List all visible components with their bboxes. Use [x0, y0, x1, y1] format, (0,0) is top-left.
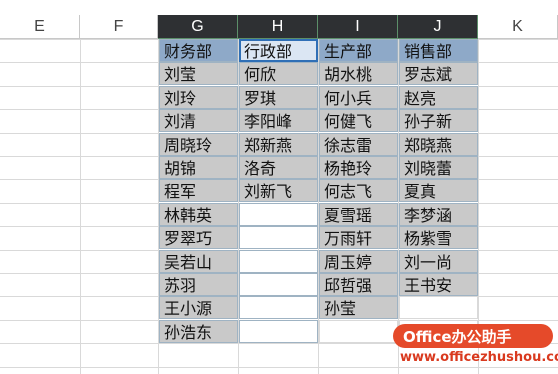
table-cell[interactable] [319, 320, 398, 343]
table-cell[interactable]: 何小兵 [319, 86, 398, 109]
watermark-url: www.officezhushou.com [400, 350, 558, 365]
table-cell[interactable]: 孙子新 [399, 109, 478, 132]
table-header-cell[interactable]: 销售部 [399, 39, 478, 62]
table-cell[interactable]: 孙莹 [319, 296, 398, 319]
table-cell[interactable]: 杨艳玲 [319, 156, 398, 179]
table-cell[interactable]: 周晓玲 [159, 133, 238, 156]
table-cell[interactable]: 王小源 [159, 296, 238, 319]
watermark-badge-text: Office办公助手 [403, 327, 512, 346]
table-cell[interactable]: 夏真 [399, 179, 478, 202]
table-cell[interactable]: 杨紫雪 [399, 226, 478, 249]
table-cell[interactable]: 林韩英 [159, 203, 238, 226]
column-header-i[interactable]: I [318, 15, 398, 39]
table-header-cell[interactable]: 生产部 [319, 39, 398, 62]
table-cell[interactable] [239, 273, 318, 296]
table-cell[interactable]: 何健飞 [319, 109, 398, 132]
watermark-badge: Office办公助手 [393, 324, 553, 348]
toolbar-strip [0, 0, 558, 15]
table-cell[interactable]: 郑新燕 [239, 133, 318, 156]
table-cell[interactable] [239, 226, 318, 249]
table-header-cell[interactable]: 行政部 [239, 39, 318, 62]
row-gridline [0, 367, 558, 368]
table-cell[interactable]: 李阳峰 [239, 109, 318, 132]
table-cell[interactable]: 万雨轩 [319, 226, 398, 249]
column-header-f[interactable]: F [80, 15, 158, 39]
table-cell[interactable]: 孙浩东 [159, 320, 238, 343]
table-cell[interactable]: 何志飞 [319, 179, 398, 202]
table-cell[interactable] [239, 203, 318, 226]
table-cell[interactable]: 何欣 [239, 62, 318, 85]
table-cell[interactable] [239, 250, 318, 273]
column-header-e[interactable]: E [0, 15, 80, 39]
table-cell[interactable]: 罗翠巧 [159, 226, 238, 249]
table-cell[interactable]: 刘莹 [159, 62, 238, 85]
table-header-cell[interactable]: 财务部 [159, 39, 238, 62]
table-cell[interactable]: 胡锦 [159, 156, 238, 179]
table-cell[interactable]: 邱哲强 [319, 273, 398, 296]
table-cell[interactable]: 王书安 [399, 273, 478, 296]
column-gridline [80, 39, 81, 374]
table-cell[interactable] [239, 320, 318, 343]
table-cell[interactable]: 夏雪瑶 [319, 203, 398, 226]
table-cell[interactable]: 刘晓蕾 [399, 156, 478, 179]
table-cell[interactable]: 罗志斌 [399, 62, 478, 85]
table-cell[interactable]: 苏羽 [159, 273, 238, 296]
table-cell[interactable]: 洛奇 [239, 156, 318, 179]
table-cell[interactable]: 胡水桃 [319, 62, 398, 85]
table-cell[interactable]: 刘玲 [159, 86, 238, 109]
table-cell[interactable]: 程军 [159, 179, 238, 202]
column-header-j[interactable]: J [398, 15, 478, 39]
table-cell[interactable] [239, 296, 318, 319]
table-cell[interactable]: 刘清 [159, 109, 238, 132]
column-header-h[interactable]: H [238, 15, 318, 39]
table-cell[interactable]: 李梦涵 [399, 203, 478, 226]
table-cell[interactable]: 郑晓燕 [399, 133, 478, 156]
column-header-k[interactable]: K [478, 15, 558, 39]
table-cell[interactable]: 周玉婷 [319, 250, 398, 273]
table-cell[interactable]: 徐志雷 [319, 133, 398, 156]
table-cell[interactable]: 刘一尚 [399, 250, 478, 273]
table-cell[interactable] [399, 296, 478, 319]
table-cell[interactable]: 刘新飞 [239, 179, 318, 202]
table-cell[interactable]: 吴若山 [159, 250, 238, 273]
table-cell[interactable]: 赵亮 [399, 86, 478, 109]
table-cell[interactable]: 罗琪 [239, 86, 318, 109]
column-header-g[interactable]: G [158, 15, 238, 39]
